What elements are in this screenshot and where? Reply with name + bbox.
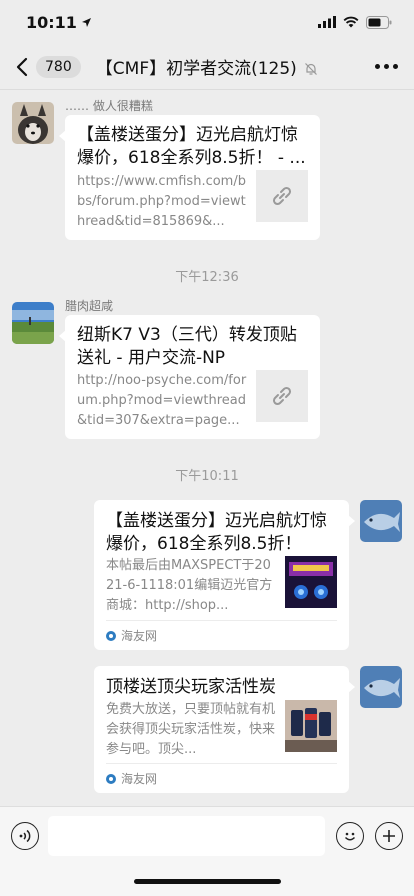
source-name: 海友网 bbox=[121, 772, 158, 786]
status-time: 10:11 bbox=[26, 13, 92, 32]
signal-icon bbox=[318, 16, 336, 28]
source-name: 海友网 bbox=[121, 629, 158, 643]
avatar-dog[interactable] bbox=[12, 102, 54, 144]
message-input[interactable] bbox=[48, 816, 325, 856]
source-row: 海友网 bbox=[106, 620, 337, 650]
article-card-desc: 免费大放送，只要顶帖就有机会获得顶尖玩家活性炭，快来参与吧。顶尖... bbox=[106, 702, 276, 757]
article-card-message[interactable]: 顶楼送顶尖玩家活性炭 免费大放送，只要顶帖就有机会获得顶尖玩家活性炭，快来参与吧… bbox=[94, 666, 355, 793]
back-button[interactable]: 780 bbox=[0, 55, 81, 79]
source-app-icon bbox=[106, 630, 116, 641]
more-functions-button[interactable] bbox=[375, 822, 403, 850]
avatar-fish[interactable] bbox=[360, 500, 402, 542]
link-card-desc: https://www.cmfish.com/bbs/forum.php?mod… bbox=[77, 174, 246, 229]
article-thumb-image bbox=[285, 700, 337, 752]
status-icons bbox=[318, 15, 392, 29]
clock: 10:11 bbox=[26, 12, 77, 32]
link-card-desc: http://noo-psyche.com/forum.php?mod=view… bbox=[77, 373, 247, 428]
article-card-title: 顶楼送顶尖玩家活性炭 bbox=[106, 677, 276, 697]
timestamp: 下午12:36 bbox=[175, 270, 239, 285]
plus-icon bbox=[383, 830, 395, 842]
source-app-icon bbox=[106, 773, 116, 784]
timestamp: 下午10:11 bbox=[175, 469, 239, 484]
battery-icon bbox=[366, 15, 392, 29]
status-bar: 10:11 bbox=[0, 0, 414, 44]
voice-icon bbox=[19, 829, 31, 843]
sender-name: 腊肉超咸 bbox=[65, 299, 114, 313]
link-card-title: 纽斯K7 V3（三代）转发顶贴送礼 - 用户交流-NP bbox=[77, 325, 297, 368]
nav-bar: 780 【CMF】初学者交流(125) bbox=[0, 44, 414, 90]
link-thumb bbox=[256, 370, 308, 422]
home-indicator bbox=[134, 879, 281, 884]
sender-name: …… 做人很糟糕 bbox=[65, 99, 153, 113]
avatar-landscape[interactable] bbox=[12, 302, 54, 344]
article-card-title: 【盖楼送蛋分】迈光启航灯惊爆价，618全系列8.5折！ bbox=[106, 511, 327, 554]
link-card-title: 【盖楼送蛋分】迈光启航灯惊爆价，618全系列8.5折！ - ... bbox=[77, 125, 306, 168]
article-thumb-image bbox=[285, 556, 337, 608]
article-card-desc: 本帖最后由MAXSPECT于2021-6-1118:01编辑迈光官方商城：htt… bbox=[106, 558, 273, 613]
location-arrow-icon bbox=[81, 17, 91, 27]
article-card-message[interactable]: 【盖楼送蛋分】迈光启航灯惊爆价，618全系列8.5折！ 本帖最后由MAXSPEC… bbox=[94, 500, 355, 650]
source-row: 海友网 bbox=[106, 763, 337, 793]
emoji-button[interactable] bbox=[336, 822, 364, 850]
link-icon bbox=[272, 386, 292, 406]
chat-title: 【CMF】初学者交流(125) bbox=[95, 59, 297, 79]
more-options-icon[interactable] bbox=[375, 64, 414, 69]
link-icon bbox=[272, 186, 292, 206]
link-card-message[interactable]: 【盖楼送蛋分】迈光启航灯惊爆价，618全系列8.5折！ - ... https:… bbox=[59, 115, 320, 240]
mute-bell-icon bbox=[305, 63, 318, 75]
unread-count-badge: 780 bbox=[36, 55, 81, 78]
chevron-left-icon bbox=[12, 55, 32, 79]
link-card-message[interactable]: 纽斯K7 V3（三代）转发顶贴送礼 - 用户交流-NP http://noo-p… bbox=[59, 315, 320, 439]
smiley-icon bbox=[344, 832, 356, 841]
voice-input-button[interactable] bbox=[11, 822, 39, 850]
avatar-fish[interactable] bbox=[360, 666, 402, 708]
link-thumb bbox=[256, 170, 308, 222]
wifi-icon bbox=[343, 16, 359, 28]
